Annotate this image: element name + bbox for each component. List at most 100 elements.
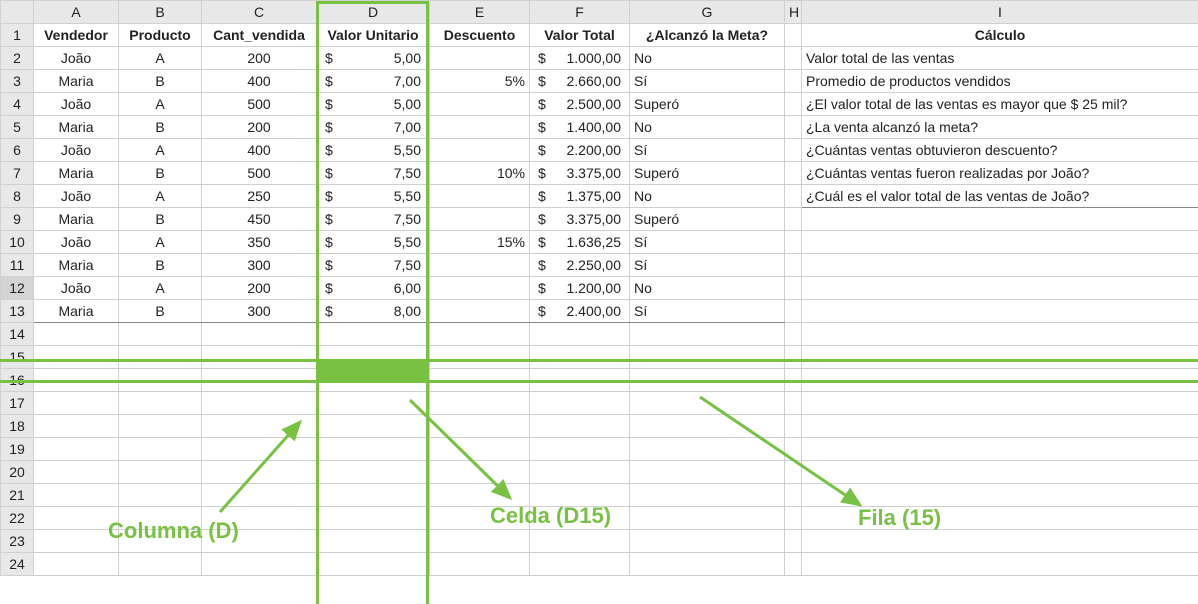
cell-B6[interactable]: A — [119, 139, 202, 162]
cell-A13[interactable]: Maria — [34, 300, 119, 323]
row-header[interactable]: 9 — [1, 208, 34, 231]
cell-E21[interactable] — [430, 484, 530, 507]
cell-G13[interactable]: Sí — [630, 300, 785, 323]
cell-I12[interactable] — [802, 277, 1198, 300]
cell-E5[interactable] — [430, 116, 530, 139]
cell-C14[interactable] — [202, 323, 317, 346]
cell-A20[interactable] — [34, 461, 119, 484]
row-header[interactable]: 12 — [1, 277, 34, 300]
cell-G22[interactable] — [630, 507, 785, 530]
cell-I6[interactable]: ¿Cuántas ventas obtuvieron descuento? — [802, 139, 1198, 162]
cell-I13[interactable] — [802, 300, 1198, 323]
row-header[interactable]: 3 — [1, 70, 34, 93]
cell-B9[interactable]: B — [119, 208, 202, 231]
cell-F19[interactable] — [530, 438, 630, 461]
cell-D10[interactable]: $5,50 — [317, 231, 430, 254]
cell-G2[interactable]: No — [630, 47, 785, 70]
cell-A22[interactable] — [34, 507, 119, 530]
cell-D3[interactable]: $7,00 — [317, 70, 430, 93]
row-header[interactable]: 17 — [1, 392, 34, 415]
column-header-F[interactable]: F — [530, 1, 630, 24]
cell-C19[interactable] — [202, 438, 317, 461]
cell-B13[interactable]: B — [119, 300, 202, 323]
cell-F10[interactable]: $1.636,25 — [530, 231, 630, 254]
cell-D12[interactable]: $6,00 — [317, 277, 430, 300]
cell-A7[interactable]: Maria — [34, 162, 119, 185]
column-header-E[interactable]: E — [430, 1, 530, 24]
cell-F12[interactable]: $1.200,00 — [530, 277, 630, 300]
row-header[interactable]: 13 — [1, 300, 34, 323]
cell-B10[interactable]: A — [119, 231, 202, 254]
cell-E22[interactable] — [430, 507, 530, 530]
cell-D19[interactable] — [317, 438, 430, 461]
row-header[interactable]: 4 — [1, 93, 34, 116]
cell-C23[interactable] — [202, 530, 317, 553]
cell-G24[interactable] — [630, 553, 785, 576]
cell-E20[interactable] — [430, 461, 530, 484]
cell-E6[interactable] — [430, 139, 530, 162]
cell-B23[interactable] — [119, 530, 202, 553]
cell-A1[interactable]: Vendedor — [34, 24, 119, 47]
column-header-D[interactable]: D — [317, 1, 430, 24]
cell-D15[interactable] — [317, 346, 430, 369]
cell-I18[interactable] — [802, 415, 1198, 438]
row-header[interactable]: 8 — [1, 185, 34, 208]
cell-C8[interactable]: 250 — [202, 185, 317, 208]
cell-C18[interactable] — [202, 415, 317, 438]
cell-A14[interactable] — [34, 323, 119, 346]
cell-G3[interactable]: Sí — [630, 70, 785, 93]
cell-I20[interactable] — [802, 461, 1198, 484]
cell-D5[interactable]: $7,00 — [317, 116, 430, 139]
cell-E24[interactable] — [430, 553, 530, 576]
cell-A10[interactable]: João — [34, 231, 119, 254]
cell-C10[interactable]: 350 — [202, 231, 317, 254]
cell-H2[interactable] — [785, 47, 802, 70]
cell-G7[interactable]: Superó — [630, 162, 785, 185]
row-header[interactable]: 19 — [1, 438, 34, 461]
cell-D14[interactable] — [317, 323, 430, 346]
cell-H21[interactable] — [785, 484, 802, 507]
cell-A8[interactable]: João — [34, 185, 119, 208]
cell-A9[interactable]: Maria — [34, 208, 119, 231]
cell-F13[interactable]: $2.400,00 — [530, 300, 630, 323]
cell-D21[interactable] — [317, 484, 430, 507]
cell-F4[interactable]: $2.500,00 — [530, 93, 630, 116]
cell-H15[interactable] — [785, 346, 802, 369]
column-header-H[interactable]: H — [785, 1, 802, 24]
cell-E10[interactable]: 15% — [430, 231, 530, 254]
cell-G8[interactable]: No — [630, 185, 785, 208]
cell-H17[interactable] — [785, 392, 802, 415]
cell-F14[interactable] — [530, 323, 630, 346]
cell-B7[interactable]: B — [119, 162, 202, 185]
cell-B5[interactable]: B — [119, 116, 202, 139]
cell-A15[interactable] — [34, 346, 119, 369]
cell-C5[interactable]: 200 — [202, 116, 317, 139]
cell-F23[interactable] — [530, 530, 630, 553]
cell-F5[interactable]: $1.400,00 — [530, 116, 630, 139]
cell-F15[interactable] — [530, 346, 630, 369]
cell-C21[interactable] — [202, 484, 317, 507]
cell-B1[interactable]: Producto — [119, 24, 202, 47]
cell-G11[interactable]: Sí — [630, 254, 785, 277]
cell-D8[interactable]: $5,50 — [317, 185, 430, 208]
cell-I16[interactable] — [802, 369, 1198, 392]
row-header[interactable]: 24 — [1, 553, 34, 576]
cell-H13[interactable] — [785, 300, 802, 323]
cell-B19[interactable] — [119, 438, 202, 461]
cell-C11[interactable]: 300 — [202, 254, 317, 277]
cell-F21[interactable] — [530, 484, 630, 507]
row-header[interactable]: 10 — [1, 231, 34, 254]
cell-I23[interactable] — [802, 530, 1198, 553]
cell-G16[interactable] — [630, 369, 785, 392]
cell-A21[interactable] — [34, 484, 119, 507]
row-header[interactable]: 20 — [1, 461, 34, 484]
cell-G6[interactable]: Sí — [630, 139, 785, 162]
cell-B8[interactable]: A — [119, 185, 202, 208]
cell-C4[interactable]: 500 — [202, 93, 317, 116]
cell-F16[interactable] — [530, 369, 630, 392]
cell-G14[interactable] — [630, 323, 785, 346]
cell-D24[interactable] — [317, 553, 430, 576]
column-header-C[interactable]: C — [202, 1, 317, 24]
row-header[interactable]: 11 — [1, 254, 34, 277]
cell-G5[interactable]: No — [630, 116, 785, 139]
